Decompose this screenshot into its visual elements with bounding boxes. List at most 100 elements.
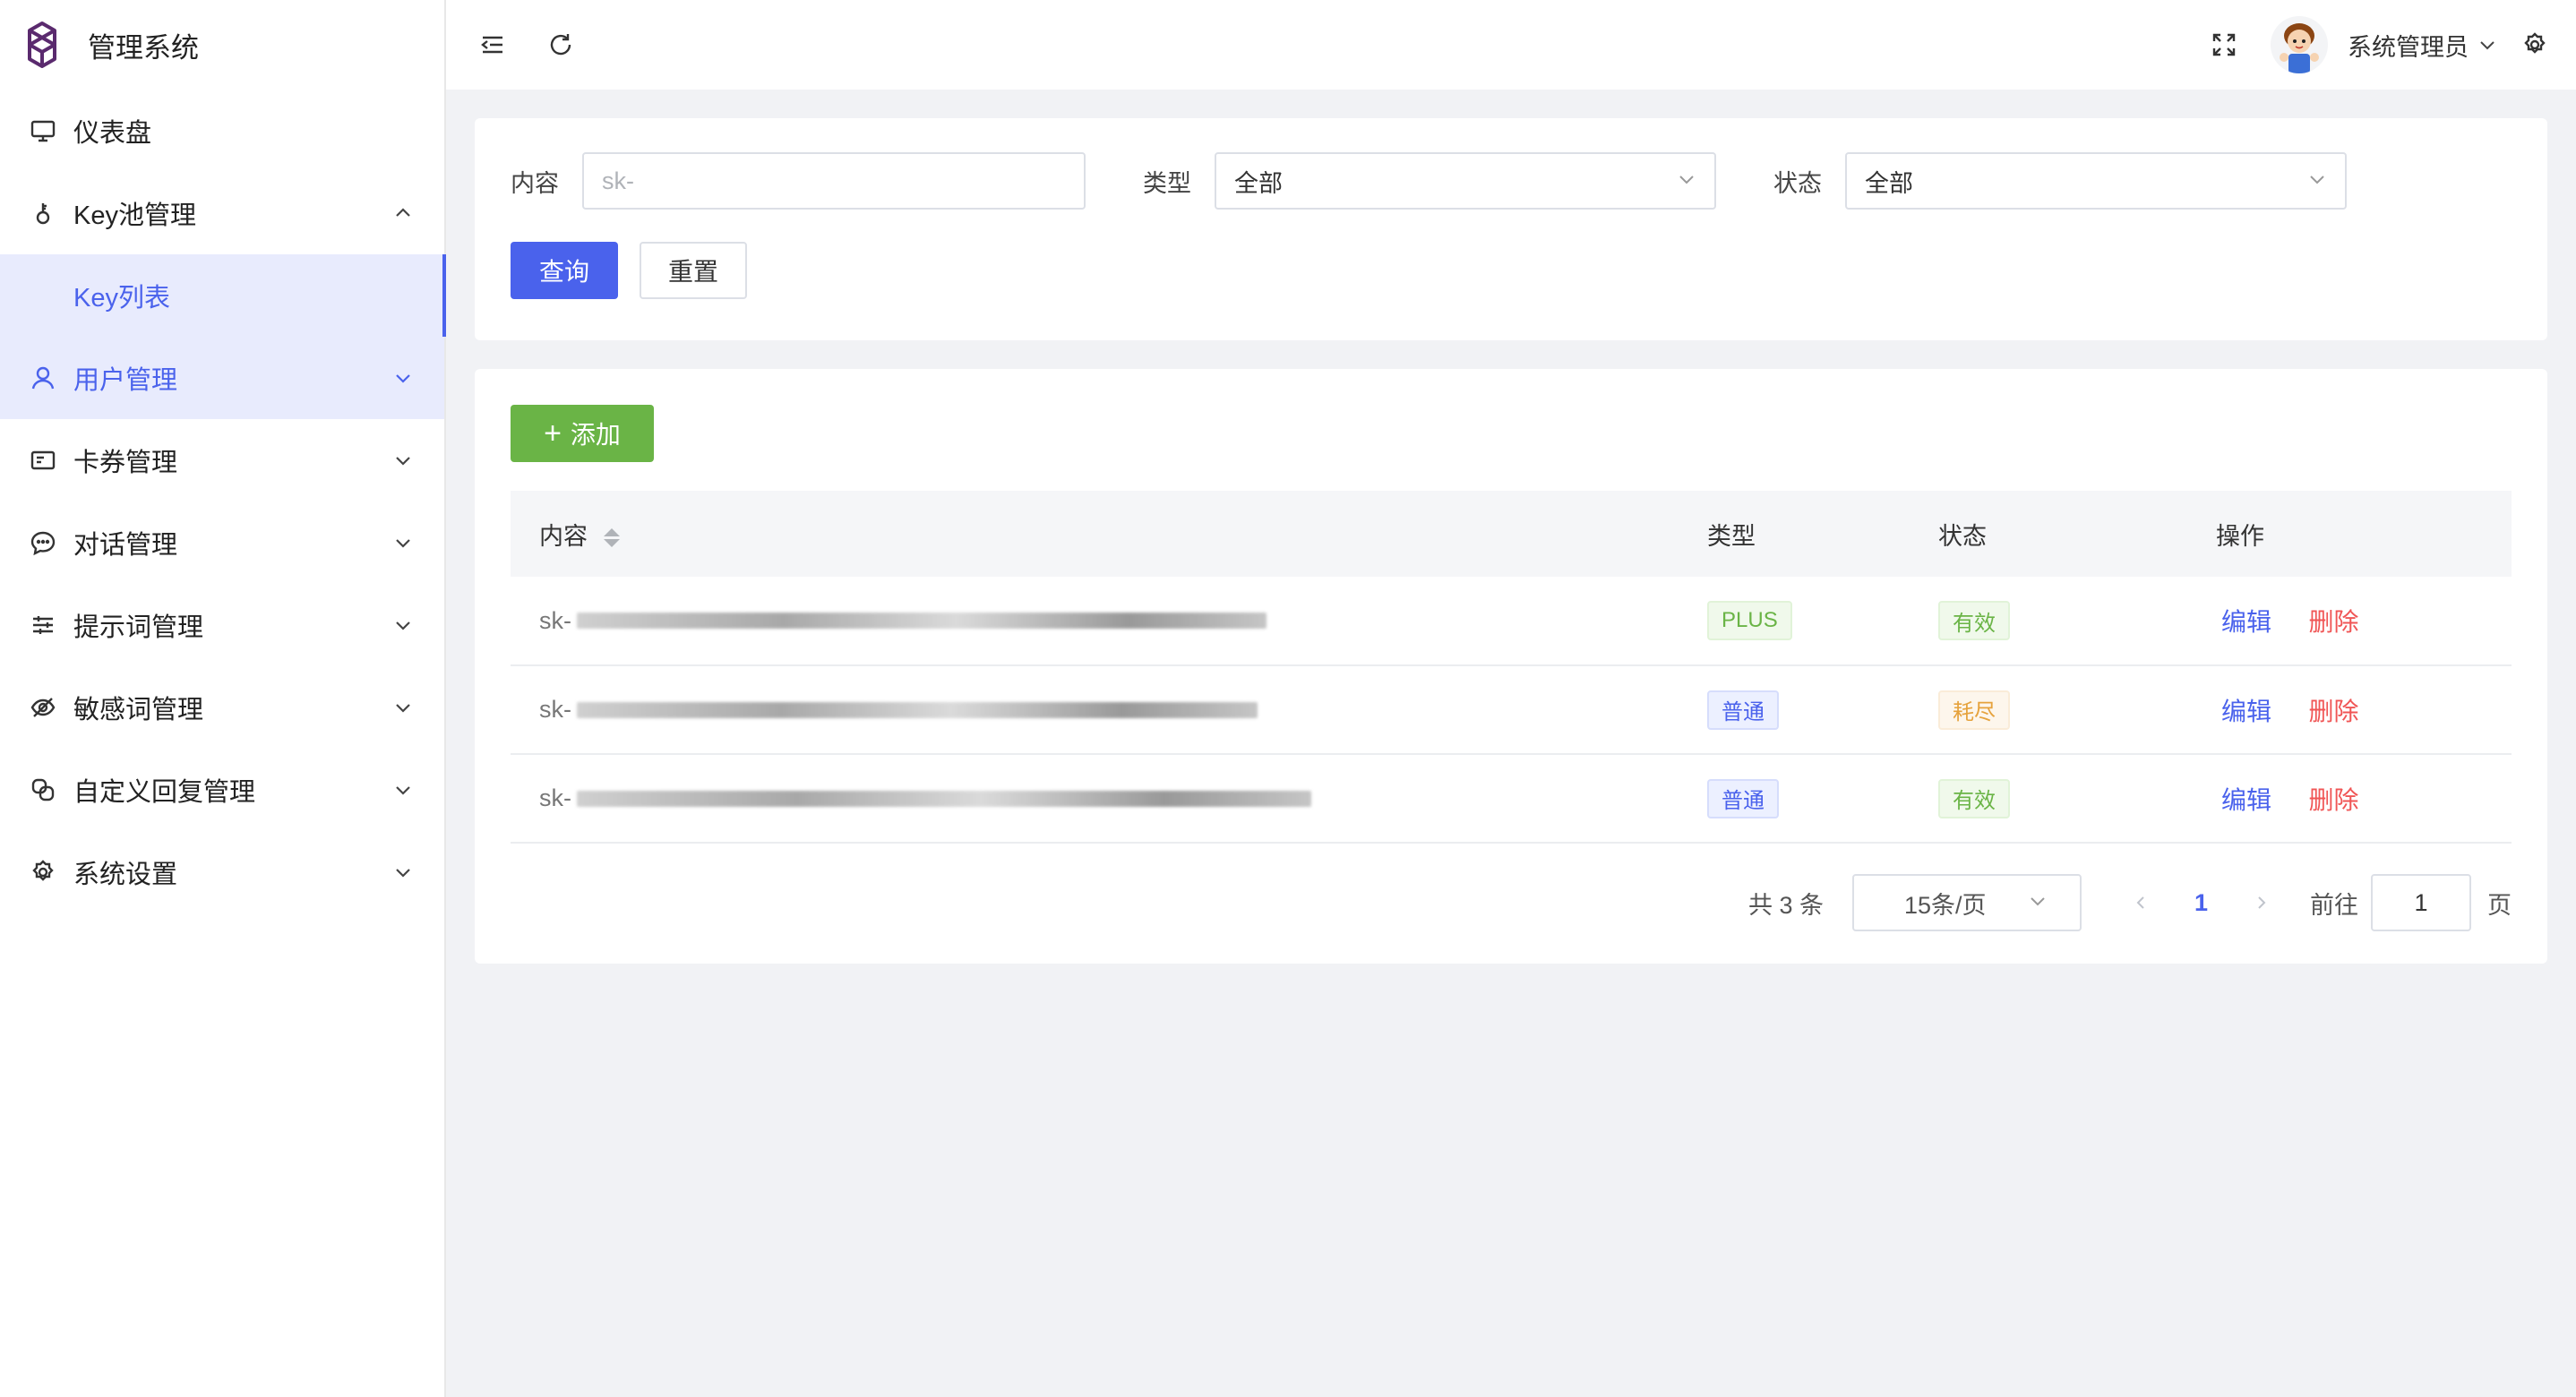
chevron-down-icon bbox=[391, 613, 416, 638]
content: 内容 sk- 类型 全部 状态 全部 查询 重置 + 添加 内容 类型 状态 操… bbox=[446, 90, 2576, 992]
page-suffix: 页 bbox=[2487, 891, 2512, 919]
chevron-down-icon bbox=[391, 695, 416, 720]
add-button-label: 添加 bbox=[570, 421, 621, 449]
chevron-up-icon bbox=[391, 201, 416, 226]
refresh-icon[interactable] bbox=[545, 29, 577, 61]
sidebar-item-custom-replies[interactable]: 自定义回复管理 bbox=[0, 749, 444, 831]
sidebar-item-key-pool[interactable]: Key池管理 bbox=[0, 172, 444, 254]
search-actions: 查询 重置 bbox=[511, 242, 2512, 299]
sidebar-item-label: 提示词管理 bbox=[73, 613, 204, 642]
pagination: 共 3 条 15条/页 1 前往 1 页 bbox=[511, 874, 2512, 931]
sidebar-item-key-list[interactable]: Key列表 bbox=[0, 254, 446, 337]
sort-icon[interactable] bbox=[603, 527, 620, 547]
edit-button[interactable]: 编辑 bbox=[2221, 698, 2271, 725]
chevron-down-icon[interactable] bbox=[2477, 35, 2497, 55]
user-icon bbox=[27, 362, 59, 394]
next-page-icon[interactable] bbox=[2249, 894, 2274, 912]
sidebar-item-dashboard[interactable]: 仪表盘 bbox=[0, 90, 444, 172]
sidebar: 管理系统 仪表盘 Key池管理 Key列表 用户管理 卡券管理 对话管理 提示词… bbox=[0, 0, 446, 1397]
add-button[interactable]: + 添加 bbox=[511, 405, 654, 462]
avatar[interactable] bbox=[2271, 16, 2328, 73]
current-page[interactable]: 1 bbox=[2194, 889, 2208, 917]
ops-cell: 编辑 删除 bbox=[2216, 754, 2512, 844]
goto-page-value: 1 bbox=[2414, 888, 2428, 916]
sidebar-item-prompts[interactable]: 提示词管理 bbox=[0, 584, 444, 666]
sidebar-item-label: 用户管理 bbox=[73, 366, 178, 395]
key-prefix: sk- bbox=[539, 784, 571, 811]
key-prefix: sk- bbox=[539, 696, 571, 723]
page-size-select[interactable]: 15条/页 bbox=[1851, 874, 2082, 931]
type-select[interactable]: 全部 bbox=[1215, 152, 1716, 210]
status-cell: 有效 bbox=[1938, 577, 2216, 666]
query-button[interactable]: 查询 bbox=[511, 242, 618, 299]
table-header-row: 内容 类型 状态 操作 bbox=[511, 491, 2512, 577]
delete-button[interactable]: 删除 bbox=[2309, 786, 2359, 814]
chevron-down-icon bbox=[391, 448, 416, 473]
sidebar-item-settings[interactable]: 系统设置 bbox=[0, 831, 444, 913]
username[interactable]: 系统管理员 bbox=[2348, 28, 2469, 63]
page-size-value: 15条/页 bbox=[1903, 891, 1987, 919]
prev-page-icon[interactable] bbox=[2128, 894, 2153, 912]
reset-button[interactable]: 重置 bbox=[640, 242, 747, 299]
sidebar-item-label: Key列表 bbox=[73, 284, 170, 313]
sidebar-item-users[interactable]: 用户管理 bbox=[0, 337, 444, 419]
key-icon bbox=[27, 197, 59, 229]
content-label: 内容 bbox=[511, 169, 559, 197]
chevron-down-icon bbox=[2307, 167, 2327, 195]
status-tag: 耗尽 bbox=[1938, 690, 2010, 730]
sidebar-item-label: 自定义回复管理 bbox=[73, 778, 256, 807]
edit-button[interactable]: 编辑 bbox=[2221, 608, 2271, 636]
chevron-down-icon bbox=[391, 365, 416, 390]
key-prefix: sk- bbox=[539, 606, 571, 634]
column-header-ops: 操作 bbox=[2216, 491, 2512, 577]
collapse-menu-icon[interactable] bbox=[477, 29, 509, 61]
gear-icon bbox=[27, 856, 59, 888]
sidebar-item-label: 敏感词管理 bbox=[73, 696, 204, 724]
status-select[interactable]: 全部 bbox=[1845, 152, 2347, 210]
type-tag: 普通 bbox=[1707, 778, 1779, 818]
logo[interactable]: 管理系统 bbox=[0, 0, 444, 90]
redacted-key bbox=[577, 790, 1311, 807]
content-placeholder: sk- bbox=[602, 167, 634, 194]
redacted-key bbox=[577, 701, 1258, 718]
edit-button[interactable]: 编辑 bbox=[2221, 786, 2271, 814]
chat-icon bbox=[27, 527, 59, 559]
sidebar-item-label: 仪表盘 bbox=[73, 119, 152, 148]
status-cell: 耗尽 bbox=[1938, 665, 2216, 755]
sidebar-item-conversations[interactable]: 对话管理 bbox=[0, 501, 444, 584]
key-table: 内容 类型 状态 操作 sk- PLUS 有效 编辑 删除 sk- 普通 耗尽 … bbox=[511, 491, 2512, 844]
monitor-icon bbox=[27, 115, 59, 147]
search-panel: 内容 sk- 类型 全部 状态 全部 查询 重置 bbox=[475, 118, 2547, 340]
key-content-cell: sk- bbox=[511, 577, 1707, 666]
fullscreen-icon[interactable] bbox=[2208, 29, 2240, 61]
chevron-down-icon bbox=[391, 777, 416, 802]
delete-button[interactable]: 删除 bbox=[2309, 698, 2359, 725]
status-tag: 有效 bbox=[1938, 778, 2010, 818]
status-tag: 有效 bbox=[1938, 601, 2010, 640]
copy-icon bbox=[27, 774, 59, 806]
type-cell: 普通 bbox=[1707, 665, 1938, 755]
settings-gear-icon[interactable] bbox=[2519, 29, 2551, 61]
eye-off-icon bbox=[27, 691, 59, 724]
type-cell: 普通 bbox=[1707, 754, 1938, 844]
sidebar-item-coupons[interactable]: 卡券管理 bbox=[0, 419, 444, 501]
plus-icon: + bbox=[544, 416, 562, 450]
delete-button[interactable]: 删除 bbox=[2309, 608, 2359, 636]
sidebar-item-sensitive-words[interactable]: 敏感词管理 bbox=[0, 666, 444, 749]
sliders-icon bbox=[27, 609, 59, 641]
key-content-cell: sk- bbox=[511, 754, 1707, 844]
content-search-input[interactable]: sk- bbox=[582, 152, 1086, 210]
type-label: 类型 bbox=[1143, 169, 1191, 197]
sidebar-item-label: 卡券管理 bbox=[73, 449, 178, 477]
goto-label: 前往 bbox=[2310, 891, 2358, 919]
ops-cell: 编辑 删除 bbox=[2216, 665, 2512, 755]
chevron-down-icon bbox=[1677, 167, 1696, 195]
filter-row: 内容 sk- 类型 全部 状态 全部 bbox=[511, 152, 2512, 210]
main-area: 系统管理员 内容 sk- 类型 全部 状态 全部 查询 重置 + 添加 内容 类… bbox=[446, 0, 2576, 1397]
chevron-down-icon bbox=[391, 530, 416, 555]
status-label: 状态 bbox=[1773, 169, 1822, 197]
column-header-content[interactable]: 内容 bbox=[511, 491, 1707, 577]
topbar: 系统管理员 bbox=[446, 0, 2576, 90]
table-row: sk- PLUS 有效 编辑 删除 bbox=[511, 577, 2512, 666]
goto-page-input[interactable]: 1 bbox=[2371, 874, 2471, 931]
